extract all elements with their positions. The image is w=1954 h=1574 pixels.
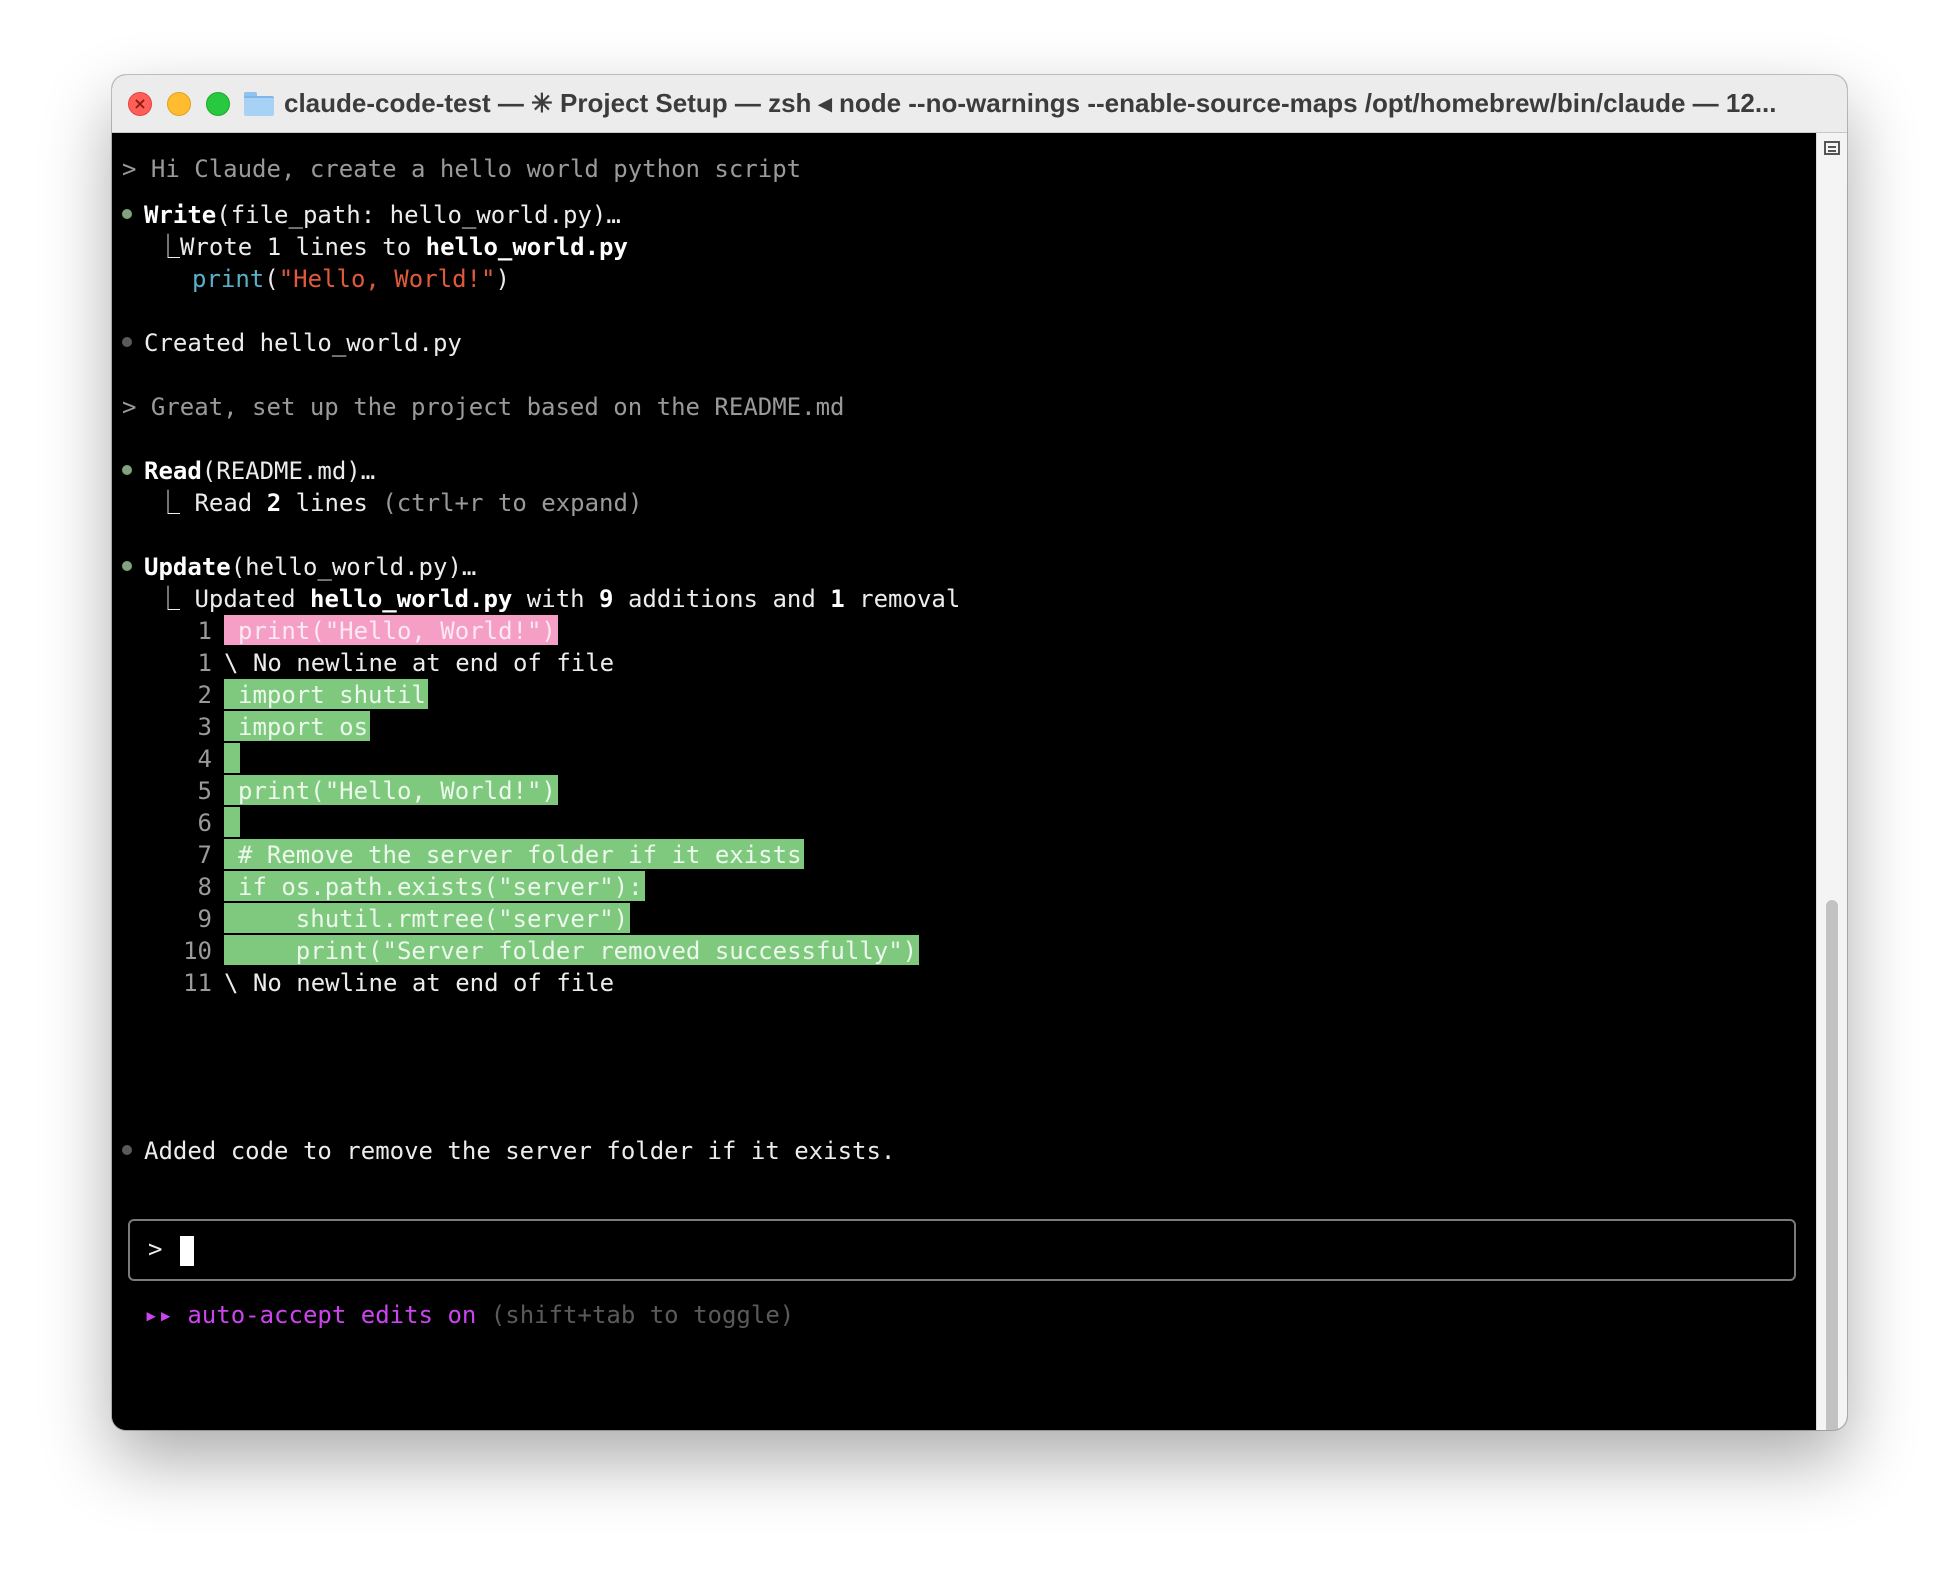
diff-line-number: 6 [197,809,212,837]
title-bar: claude-code-test — ✳ Project Setup — zsh… [112,75,1847,133]
diff-line-text: \ No newline at end of file [224,649,615,677]
assistant-message-created: Created hello_world.py [144,329,462,357]
diff-line: 7 # Remove the server folder if it exists [176,839,804,871]
diff-line-text: \ No newline at end of file [224,969,615,997]
update-tool-call: Update(hello_world.py)… [144,553,477,581]
diff-line-number: 4 [197,745,212,773]
diff-line-number: 2 [197,681,212,709]
diff-line: 5 print("Hello, World!") [176,775,558,807]
message-dot-icon [122,1145,132,1155]
diff-line-text: print("Server folder removed successfull… [224,935,920,965]
read-tool-call: Read(README.md)… [144,457,376,485]
tool-status-dot-icon [122,465,132,475]
text-cursor [180,1236,194,1266]
tool-status-dot-icon [122,209,132,219]
update-tool-result: ⎿ Updated hello_world.py with 9 addition… [156,585,961,613]
diff-line-text: print("Hello, World!") [224,615,558,645]
diff-line: 10 print("Server folder removed successf… [176,935,920,967]
diff-line-text: shutil.rmtree("server") [224,903,631,933]
minimize-button[interactable] [167,91,191,116]
diff-line: 2 import shutil [176,679,428,711]
write-tool-result: ⎿Wrote 1 lines to hello_world.py [156,233,628,261]
diff-line-text: print("Hello, World!") [224,775,558,805]
zoom-button[interactable] [206,91,230,116]
diff-line-text [224,743,240,773]
diff-line-number: 1 [197,617,212,645]
message-dot-icon [122,337,132,347]
diff-line-number: 9 [197,905,212,933]
tool-status-dot-icon [122,561,132,571]
assistant-message-added: Added code to remove the server folder i… [144,1137,896,1165]
diff-line-number: 8 [197,873,212,901]
diff-line: 1 \ No newline at end of file [176,647,615,679]
diff-line-text: import os [224,711,371,741]
diff-line: 6 [176,807,240,839]
marks-icon[interactable] [1824,141,1840,155]
diff-line: 11 \ No newline at end of file [176,967,614,999]
write-code-preview: print("Hello, World!") [192,265,510,293]
read-tool-result: ⎿ Read 2 lines (ctrl+r to expand) [156,489,643,517]
diff-line-text: # Remove the server folder if it exists [224,839,804,869]
fast-forward-icon: ▸▸ [144,1301,173,1329]
diff-line-number: 5 [197,777,212,805]
close-button[interactable] [128,91,152,116]
diff-line: 4 [176,743,240,775]
window-controls [128,91,230,116]
user-prompt-2: > Great, set up the project based on the… [122,393,845,421]
diff-line-text [224,807,240,837]
diff-line: 1 print("Hello, World!") [176,615,558,647]
diff-line-number: 7 [197,841,212,869]
diff-line-number: 10 [183,937,212,965]
prompt-symbol: > [148,1235,163,1263]
diff-line-number: 11 [183,969,212,997]
user-prompt-1: > Hi Claude, create a hello world python… [122,155,802,183]
auto-accept-status[interactable]: ▸▸ auto-accept edits on (shift+tab to to… [144,1299,794,1331]
terminal-window: claude-code-test — ✳ Project Setup — zsh… [112,75,1847,1430]
folder-icon [244,91,274,116]
diff-line: 8 if os.path.exists("server"): [176,871,645,903]
prompt-input-box[interactable]: > [128,1219,1796,1281]
window-title: claude-code-test — ✳ Project Setup — zsh… [284,88,1777,118]
diff-line: 3 import os [176,711,371,743]
diff-line: 9 shutil.rmtree("server") [176,903,631,935]
write-tool-call: Write(file_path: hello_world.py)… [144,201,621,229]
diff-line-number: 1 [197,649,212,677]
diff-line-text: if os.path.exists("server"): [224,871,645,901]
diff-line-number: 3 [197,713,212,741]
terminal-output[interactable]: > Hi Claude, create a hello world python… [112,133,1817,1430]
scrollbar-thumb[interactable] [1826,900,1838,1430]
scrollbar[interactable] [1816,133,1847,1430]
diff-line-text: import shutil [224,679,428,709]
